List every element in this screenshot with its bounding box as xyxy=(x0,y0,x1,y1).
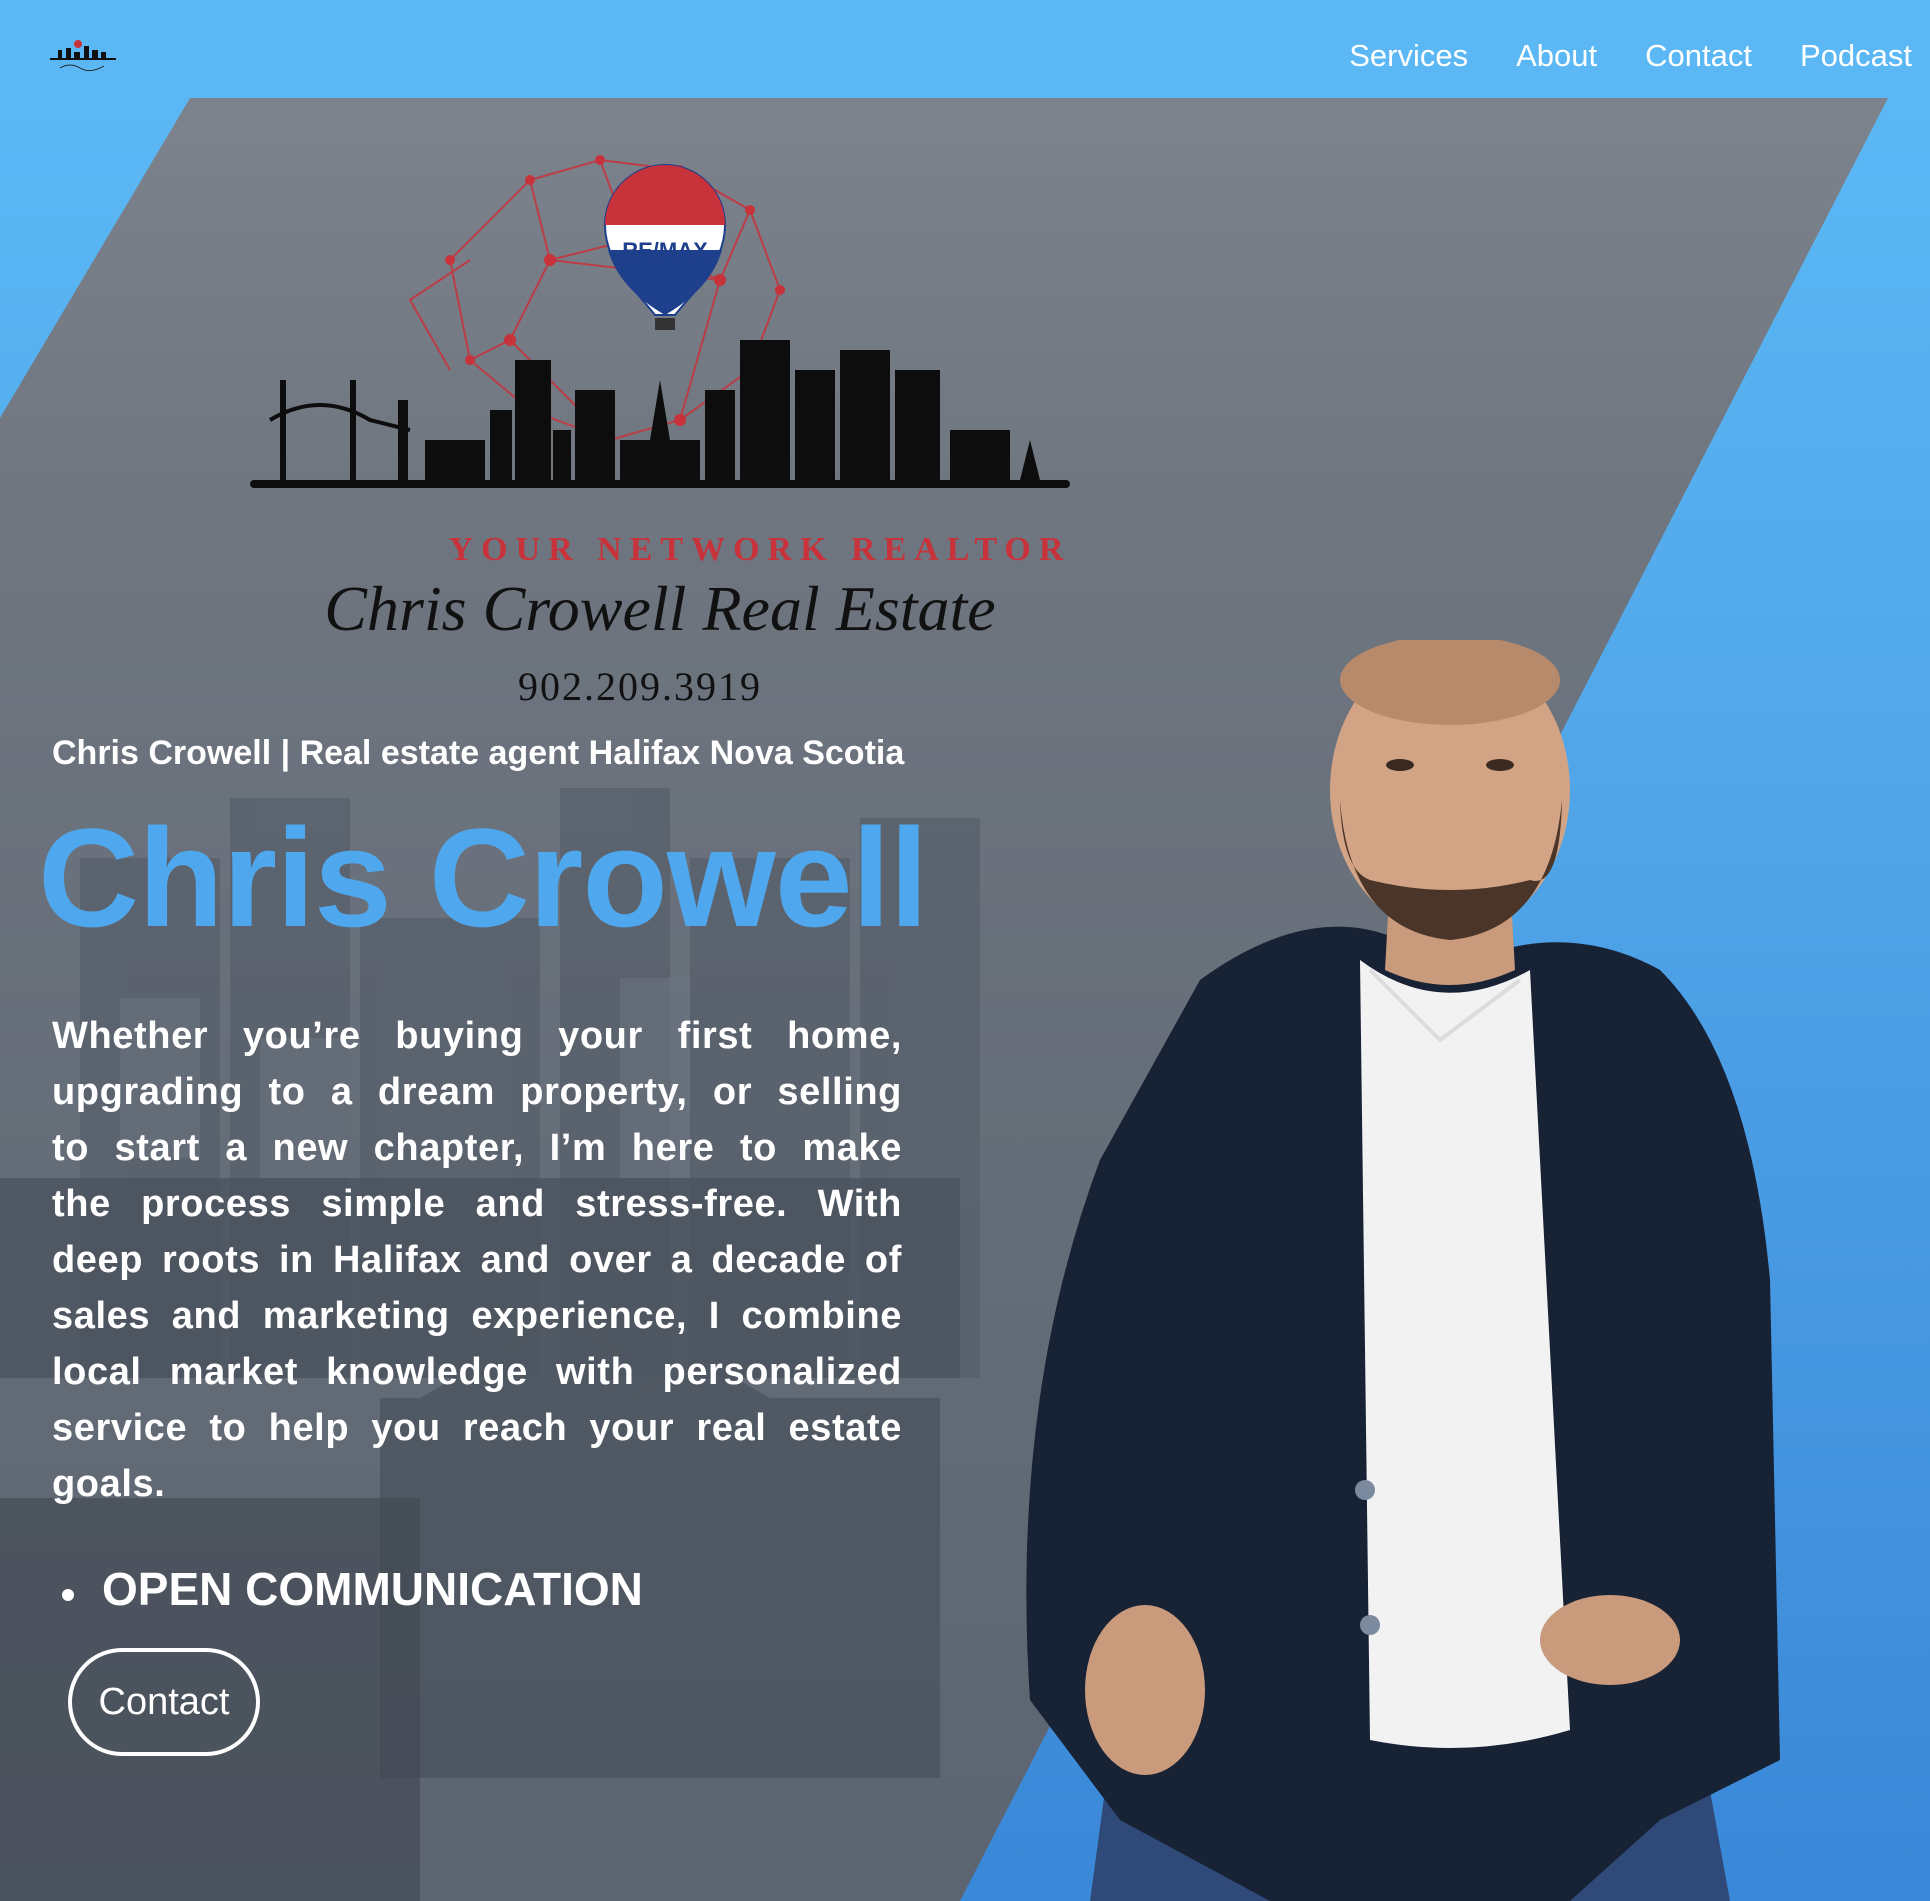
feature-item-label: OPEN COMMUNICATION xyxy=(102,1563,643,1615)
nav-about-link[interactable]: About xyxy=(1516,38,1597,74)
brand-tagline: YOUR NETWORK REALTOR xyxy=(449,531,1072,568)
brand-logo: RE/MAX YOUR NETWORK REALTOR Chris Crowel… xyxy=(250,155,1072,709)
nav-contact-link[interactable]: Contact xyxy=(1645,38,1752,74)
hero-subtitle: Chris Crowell | Real estate agent Halifa… xyxy=(52,734,905,772)
nav-links: Services About Contact Podcast xyxy=(1301,38,1912,74)
brand-phone: 902.209.3919 xyxy=(518,664,762,709)
brand-script-name: Chris Crowell Real Estate xyxy=(324,573,995,644)
bullet-icon xyxy=(62,1589,74,1601)
feature-item: OPEN COMMUNICATION xyxy=(62,1562,643,1616)
top-navbar: Services About Contact Podcast xyxy=(0,0,1930,98)
site-logo-icon[interactable] xyxy=(44,38,122,80)
contact-button[interactable]: Contact xyxy=(68,1648,260,1756)
remax-balloon-icon: RE/MAX xyxy=(603,164,727,330)
hero-title: Chris Crowell xyxy=(38,799,928,956)
hero-paragraph: Whether you’re buying your first home, u… xyxy=(52,1015,902,1505)
feature-list: OPEN COMMUNICATION xyxy=(62,1562,643,1616)
agent-portrait-photo xyxy=(1026,640,1780,1901)
remax-text: RE/MAX xyxy=(622,238,708,263)
nav-services-link[interactable]: Services xyxy=(1349,38,1468,74)
halifax-skyline-icon xyxy=(250,340,1070,488)
nav-podcast-link[interactable]: Podcast xyxy=(1800,38,1912,74)
